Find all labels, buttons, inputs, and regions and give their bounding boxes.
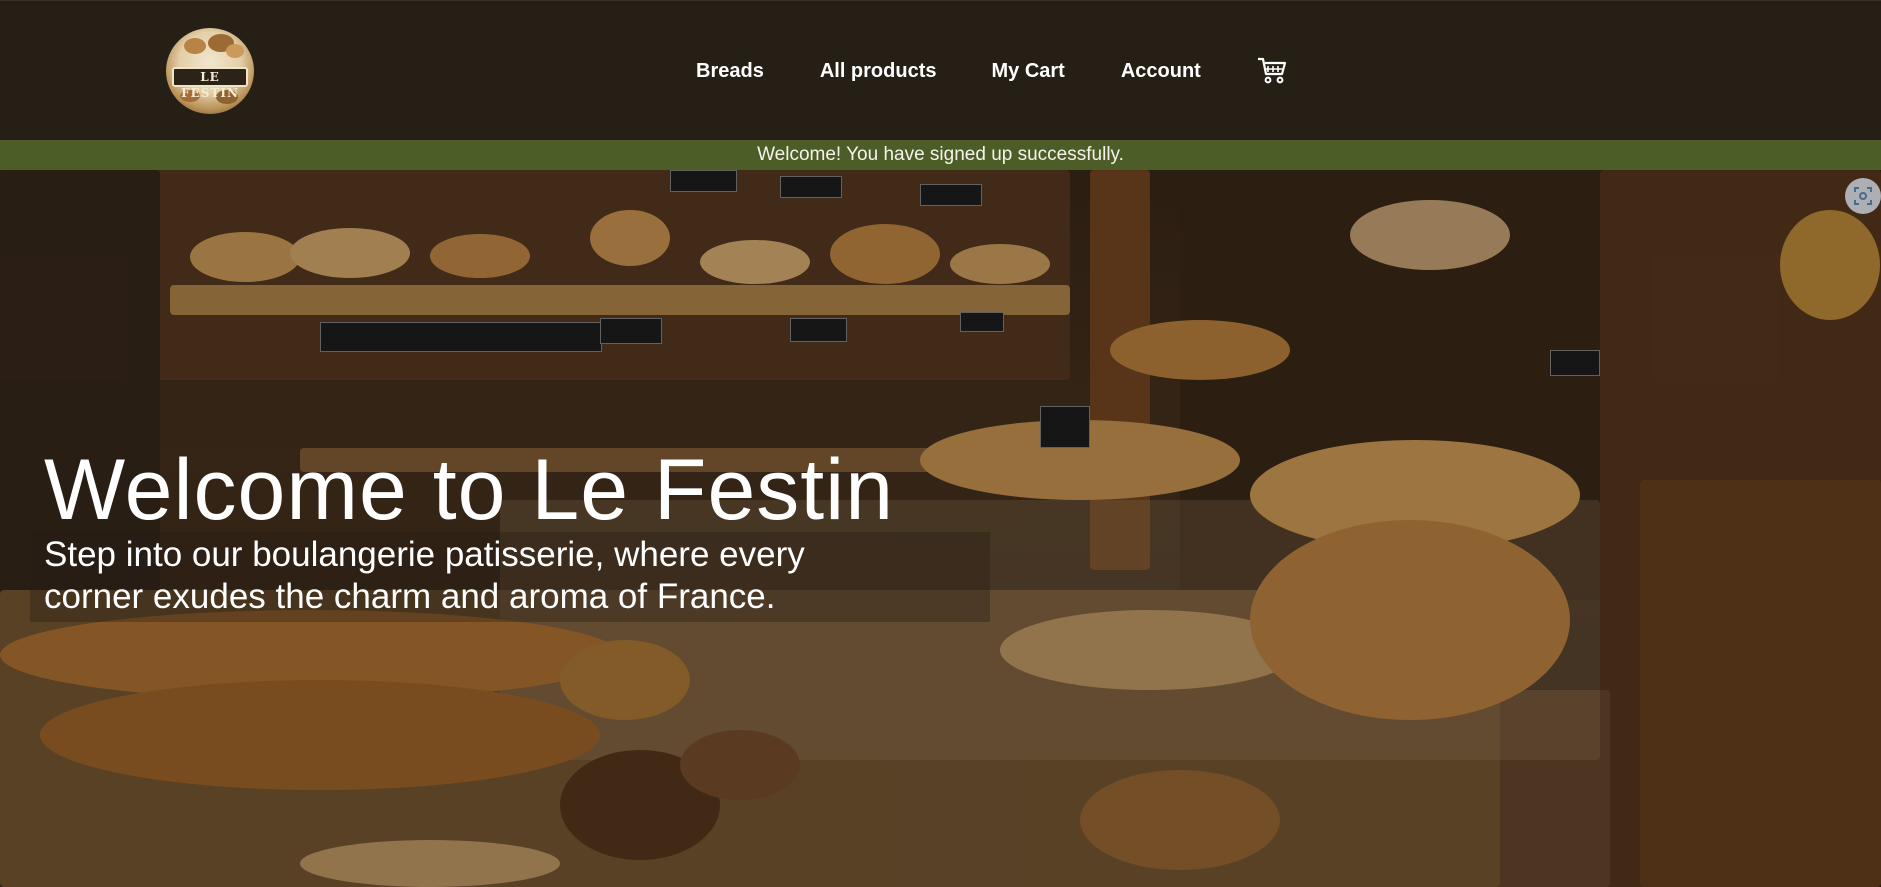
main-nav: Breads All products My Cart Account <box>696 57 1288 85</box>
hero-title: Welcome to Le Festin <box>44 442 895 538</box>
brand-logo[interactable]: LE FESTIN <box>166 28 254 114</box>
nav-account[interactable]: Account <box>1121 60 1201 83</box>
hero-subtitle: Step into our boulangerie patisserie, wh… <box>44 535 805 616</box>
top-navbar: LE FESTIN Breads All products My Cart Ac… <box>0 0 1881 140</box>
logo-text: LE FESTIN <box>172 67 248 100</box>
hero-banner: Welcome to Le Festin Step into our boula… <box>0 170 1881 887</box>
nav-my-cart[interactable]: My Cart <box>991 60 1064 83</box>
cart-icon[interactable] <box>1256 55 1288 85</box>
flash-message: Welcome! You have signed up successfully… <box>0 140 1881 170</box>
nav-breads[interactable]: Breads <box>696 60 764 83</box>
expand-image-icon[interactable] <box>1845 178 1881 214</box>
nav-all-products[interactable]: All products <box>820 60 937 83</box>
